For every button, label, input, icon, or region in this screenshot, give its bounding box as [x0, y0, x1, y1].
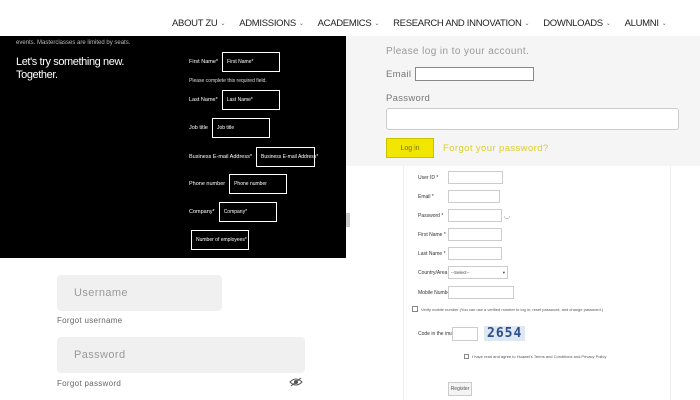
field-label: Company*	[189, 209, 215, 215]
register-form: User ID * Email * Password * ◡ First Nam…	[403, 166, 671, 400]
phone-number-row: Phone number Phone number	[189, 174, 288, 194]
register-label: Country/Area *	[418, 269, 451, 276]
nav-item-about[interactable]: ABOUT ZU ⌄	[172, 18, 225, 29]
business-email-row: Business E-mail Address* Business E-mail…	[189, 147, 318, 167]
register-label: First Name *	[418, 231, 446, 238]
log-in-button[interactable]: Log in	[386, 138, 434, 158]
login-panel: Please log in to your account. Email Pas…	[346, 36, 700, 166]
register-row: Email *	[418, 190, 500, 203]
register-label: Mobile Number	[418, 289, 452, 296]
chevron-down-icon: ⌄	[524, 21, 530, 27]
required-field-hint: Please complete this required field.	[189, 78, 267, 84]
agree-row: I have read and agree to Huawei's Terms …	[464, 354, 606, 359]
number-of-employees-select[interactable]: Number of employees*	[191, 230, 249, 250]
field-label: Phone number	[189, 181, 226, 187]
verify-text: Verify mobile number (You can use a veri…	[421, 306, 604, 312]
nav-label: ADMISSIONS	[239, 18, 296, 29]
promo-cut-text: events. Masterclasses are limited by sea…	[16, 40, 131, 46]
password-input[interactable]	[386, 108, 679, 130]
email-input[interactable]	[415, 67, 534, 81]
phone-number-input[interactable]: Phone number	[229, 174, 288, 194]
chevron-down-icon: ⌄	[605, 21, 611, 27]
verify-checkbox[interactable]	[412, 306, 418, 312]
register-row: Country/Area * --Select-- ▾	[418, 266, 508, 279]
register-row: Password * ◡	[418, 209, 510, 222]
nav-item-admissions[interactable]: ADMISSIONS ⌄	[239, 18, 304, 29]
company-row: Company* Company*	[189, 202, 277, 222]
register-button[interactable]: Register	[448, 382, 472, 396]
chevron-down-icon: ⌄	[298, 21, 304, 27]
register-label: Last Name *	[418, 250, 446, 257]
first-name-row: First Name* First Name*	[189, 52, 281, 72]
password-input-lower[interactable]: Password	[57, 337, 305, 373]
forgot-password-link[interactable]: Forgot your password?	[443, 143, 549, 154]
country-select[interactable]: --Select-- ▾	[448, 266, 508, 279]
password-label: Password	[386, 93, 431, 104]
captcha-row: Code in the image * 2654	[418, 326, 526, 341]
nav-label: ALUMNI	[624, 18, 659, 29]
eye-icon[interactable]	[289, 377, 303, 387]
nav-list: ABOUT ZU ⌄ ADMISSIONS ⌄ ACADEMICS ⌄ RESEARC…	[172, 18, 680, 29]
nav-label: RESEARCH AND INNOVATION	[393, 18, 522, 29]
country-select-value: --Select--	[451, 270, 470, 275]
register-row: Last Name *	[418, 247, 502, 260]
chevron-down-icon: ▾	[502, 269, 505, 275]
username-input[interactable]: Username	[57, 275, 222, 311]
captcha-image[interactable]: 2654	[484, 326, 526, 341]
scrollbar-thumb[interactable]	[346, 213, 350, 227]
company-input[interactable]: Company*	[218, 202, 277, 222]
agree-checkbox[interactable]	[464, 354, 469, 359]
promo-tagline: Let's try something new. Together.	[16, 56, 125, 81]
chevron-down-icon: ⌄	[661, 21, 667, 27]
register-row: Mobile Number	[418, 286, 514, 299]
job-title-input[interactable]: Job title	[211, 118, 270, 138]
business-email-input[interactable]: Business E-mail Address*	[255, 147, 318, 167]
email-label: Email	[386, 69, 412, 80]
login-intro: Please log in to your account.	[386, 46, 530, 57]
last-name-input-reg[interactable]	[448, 247, 502, 260]
first-name-input[interactable]: First Name*	[222, 52, 281, 72]
user-id-input[interactable]	[448, 171, 503, 184]
last-name-row: Last Name* Last Name*	[189, 90, 280, 110]
register-label: User ID *	[418, 174, 439, 181]
register-label: Password *	[418, 212, 444, 219]
password-input-reg[interactable]	[448, 209, 502, 222]
last-name-input[interactable]: Last Name*	[221, 90, 280, 110]
agree-text: I have read and agree to Huawei's Terms …	[472, 354, 607, 359]
field-label: Job title	[189, 125, 208, 131]
nav-label: ABOUT ZU	[172, 18, 218, 29]
nav-item-academics[interactable]: ACADEMICS ⌄	[318, 18, 380, 29]
nav-item-downloads[interactable]: DOWNLOADS ⌄	[543, 18, 611, 29]
mobile-number-input[interactable]	[448, 286, 514, 299]
nav-label: ACADEMICS	[317, 18, 372, 29]
chevron-down-icon: ⌄	[220, 21, 226, 27]
nav-item-research[interactable]: RESEARCH AND INNOVATION ⌄	[393, 18, 529, 29]
promo-form-panel: events. Masterclasses are limited by sea…	[0, 36, 346, 258]
nav-item-alumni[interactable]: ALUMNI ⌄	[625, 18, 667, 29]
email-input-reg[interactable]	[448, 190, 500, 203]
nav-label: DOWNLOADS	[543, 18, 603, 29]
register-row: User ID *	[418, 171, 503, 184]
field-label: Last Name*	[189, 97, 218, 103]
captcha-input[interactable]	[452, 326, 478, 341]
chevron-down-icon: ⌄	[374, 21, 380, 27]
field-label: First Name*	[189, 59, 219, 65]
forgot-password-link-lower[interactable]: Forgot password	[57, 379, 121, 388]
verify-row: Verify mobile number (You can use a veri…	[412, 306, 603, 312]
eye-icon[interactable]: ◡	[504, 212, 510, 220]
register-label: Email *	[418, 193, 434, 200]
register-row: First Name *	[418, 228, 502, 241]
field-label: Business E-mail Address*	[189, 154, 252, 160]
job-title-row: Job title Job title	[189, 118, 270, 138]
employees-row: Number of employees*	[187, 230, 249, 250]
first-name-input-reg[interactable]	[448, 228, 502, 241]
forgot-username-link[interactable]: Forgot username	[57, 316, 122, 325]
code-label: Code in the image *	[418, 330, 462, 337]
page: ABOUT ZU ⌄ ADMISSIONS ⌄ ACADEMICS ⌄ RESEARC…	[0, 0, 700, 400]
